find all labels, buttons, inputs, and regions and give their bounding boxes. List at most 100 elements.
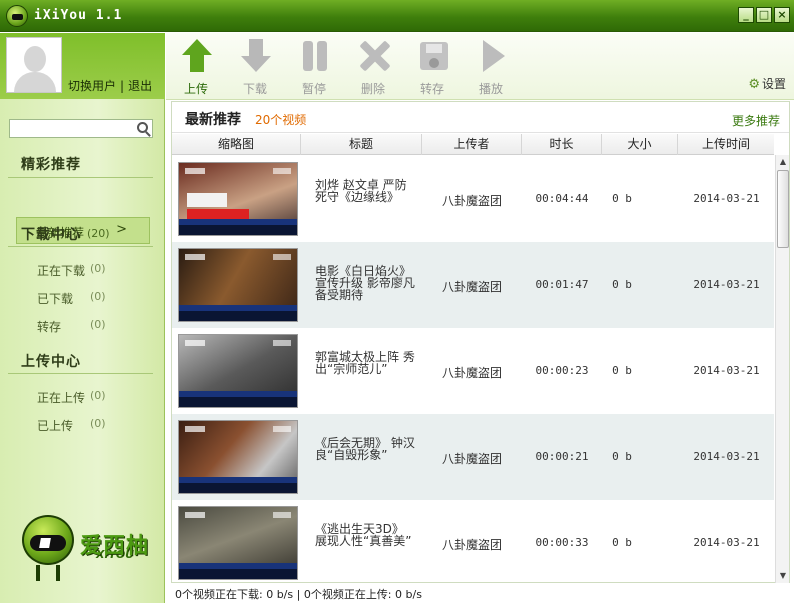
video-title[interactable]: 郭富城太极上阵 秀出“宗师范儿”	[315, 351, 415, 375]
column-title[interactable]: 标题	[301, 134, 422, 155]
sidebar-item-downloading[interactable]: 正在下载 (0)	[37, 262, 106, 279]
video-upload-time: 2014-03-21	[693, 450, 760, 463]
table-row[interactable]: 电影《白日焰火》宣传升级 影帝廖凡备受期待 八卦魔盗团 00:01:47 0 b…	[172, 242, 774, 328]
sidebar-item-count: (0)	[90, 389, 106, 402]
mascot-logo-icon	[20, 509, 82, 583]
video-duration: 00:00:21	[535, 450, 589, 463]
logout-link[interactable]: 退出	[128, 79, 152, 93]
user-box: 切换用户 | 退出	[0, 33, 165, 99]
video-thumbnail[interactable]	[178, 248, 298, 322]
upload-button[interactable]: 上传	[173, 37, 219, 97]
save-button[interactable]: 转存	[409, 37, 455, 97]
sidebar-item-count: (0)	[90, 318, 106, 331]
sidebar-item-uploaded[interactable]: 已上传 (0)	[37, 417, 106, 434]
video-thumbnail[interactable]	[178, 506, 298, 580]
table-row[interactable]: 刘烨 赵文卓 严防死守《边缘线》 八卦魔盗团 00:04:44 0 b 2014…	[172, 156, 774, 242]
video-uploader: 八卦魔盗团	[441, 366, 502, 380]
table-row[interactable]: 郭富城太极上阵 秀出“宗师范儿” 八卦魔盗团 00:00:23 0 b 2014…	[172, 328, 774, 414]
column-upload-time[interactable]: 上传时间	[678, 134, 774, 155]
column-duration[interactable]: 时长	[522, 134, 602, 155]
download-button[interactable]: 下载	[232, 37, 278, 97]
download-icon	[241, 39, 271, 73]
pause-button[interactable]: 暂停	[291, 37, 337, 97]
video-duration: 00:04:44	[535, 192, 589, 205]
delete-label: 删除	[360, 82, 385, 96]
video-title[interactable]: 电影《白日焰火》宣传升级 影帝廖凡备受期待	[315, 265, 415, 301]
avatar-head-icon	[24, 46, 46, 72]
sidebar-item-label: 已上传	[37, 419, 74, 433]
divider	[8, 246, 153, 247]
video-title[interactable]: 《逃出生天3D》 展现人性“真善美”	[315, 523, 415, 547]
sidebar-item-count: (0)	[90, 262, 106, 275]
pause-icon	[300, 39, 330, 73]
brand-name: 爱西柚	[80, 533, 150, 559]
vertical-scrollbar[interactable]: ▲ ▼	[775, 155, 789, 583]
search-icon[interactable]	[137, 122, 148, 133]
switch-user-link[interactable]: 切换用户	[68, 79, 116, 93]
app-logo-icon	[6, 5, 28, 27]
maximize-button[interactable]: □	[756, 7, 772, 23]
video-title[interactable]: 刘烨 赵文卓 严防死守《边缘线》	[315, 179, 415, 203]
gear-icon: ⚙	[748, 77, 760, 92]
video-upload-time: 2014-03-21	[693, 278, 760, 291]
video-uploader: 八卦魔盗团	[441, 194, 502, 208]
sidebar-item-count: (20)	[87, 227, 110, 240]
sidebar-item-downloaded[interactable]: 已下载 (0)	[37, 290, 106, 307]
sidebar-item-transfer[interactable]: 转存 (0)	[37, 318, 106, 335]
scroll-down-icon[interactable]: ▼	[776, 569, 790, 583]
video-thumbnail[interactable]	[178, 334, 298, 408]
video-upload-time: 2014-03-21	[693, 192, 760, 205]
video-thumbnail[interactable]	[178, 420, 298, 494]
search-input[interactable]	[10, 120, 132, 137]
video-duration: 00:01:47	[535, 278, 589, 291]
video-uploader: 八卦魔盗团	[441, 538, 502, 552]
window-controls: _ □ ×	[738, 7, 790, 23]
video-size: 0 b	[612, 192, 632, 205]
more-recommend-link[interactable]: 更多推荐	[732, 112, 780, 129]
sidebar-item-count: (0)	[90, 290, 106, 303]
delete-button[interactable]: 删除	[350, 37, 396, 97]
video-count: 20个视频	[255, 113, 307, 127]
panel-header: 最新推荐 20个视频 更多推荐	[172, 102, 789, 133]
divider	[8, 177, 153, 178]
video-size: 0 b	[612, 364, 632, 377]
video-upload-time: 2014-03-21	[693, 536, 760, 549]
table-header: 缩略图 标题 上传者 时长 大小 上传时间	[172, 134, 774, 155]
play-icon	[477, 39, 507, 73]
video-size: 0 b	[612, 450, 632, 463]
upload-section-title: 上传中心	[21, 354, 81, 370]
video-panel: 最新推荐 20个视频 更多推荐 缩略图 标题 上传者 时长 大小 上传时间 刘烨…	[171, 101, 790, 583]
video-thumbnail[interactable]	[178, 162, 298, 236]
minimize-button[interactable]: _	[738, 7, 754, 23]
video-title[interactable]: 《后会无期》 钟汉良“自毁形象”	[315, 437, 415, 461]
delete-icon	[359, 39, 391, 73]
scrollbar-thumb[interactable]	[777, 170, 789, 248]
video-uploader: 八卦魔盗团	[441, 452, 502, 466]
column-thumbnail[interactable]: 缩略图	[172, 134, 301, 155]
column-size[interactable]: 大小	[602, 134, 678, 155]
save-icon	[418, 39, 448, 73]
table-row[interactable]: 《逃出生天3D》 展现人性“真善美” 八卦魔盗团 00:00:33 0 b 20…	[172, 500, 774, 583]
chevron-right-icon: >	[116, 222, 127, 237]
close-button[interactable]: ×	[774, 7, 790, 23]
upload-label: 上传	[183, 82, 208, 96]
sidebar-item-uploading[interactable]: 正在上传 (0)	[37, 389, 106, 406]
settings-button[interactable]: ⚙ 设置	[748, 75, 786, 92]
play-button[interactable]: 播放	[468, 37, 514, 97]
table-row[interactable]: 《后会无期》 钟汉良“自毁形象” 八卦魔盗团 00:00:21 0 b 2014…	[172, 414, 774, 500]
panel-title: 最新推荐	[185, 112, 241, 128]
search-box	[9, 119, 153, 138]
title-bar: iXiYou 1.1 _ □ ×	[0, 0, 794, 32]
status-bar: 0个视频正在下载: 0 b/s | 0个视频正在上传: 0 b/s	[175, 588, 422, 601]
column-uploader[interactable]: 上传者	[422, 134, 522, 155]
video-upload-time: 2014-03-21	[693, 364, 760, 377]
sidebar-item-label: 已下载	[37, 292, 74, 306]
download-label: 下载	[242, 82, 267, 96]
video-uploader: 八卦魔盗团	[441, 280, 502, 294]
play-label: 播放	[478, 82, 503, 96]
video-size: 0 b	[612, 278, 632, 291]
avatar[interactable]	[6, 37, 62, 93]
settings-label: 设置	[761, 77, 786, 91]
scroll-up-icon[interactable]: ▲	[776, 155, 790, 169]
sidebar-item-label: 正在下载	[37, 264, 86, 278]
